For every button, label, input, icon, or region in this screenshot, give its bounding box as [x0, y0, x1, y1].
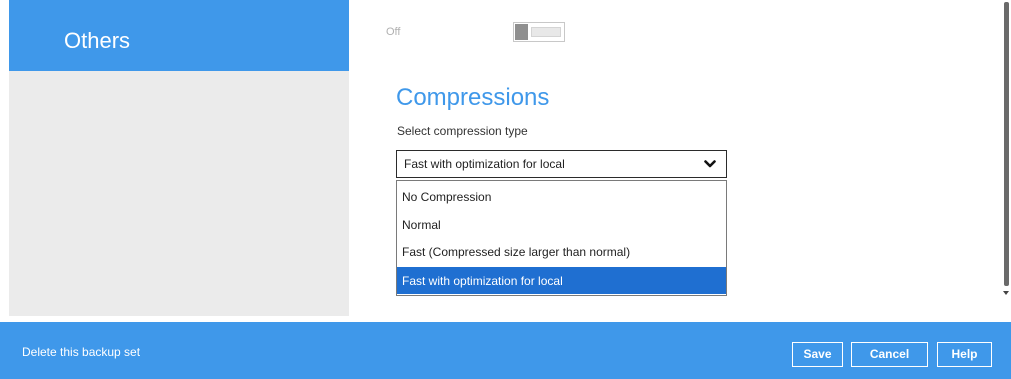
- option-label: Fast (Compressed size larger than normal…: [402, 245, 631, 259]
- footer-bar: Delete this backup set Save Cancel Help: [0, 322, 1011, 379]
- sidebar-item-others[interactable]: Others: [9, 0, 349, 71]
- select-value: Fast with optimization for local: [404, 157, 565, 171]
- compression-dropdown-list: No Compression Normal Fast (Compressed s…: [396, 180, 727, 296]
- help-button[interactable]: Help: [937, 342, 992, 367]
- sidebar-item-label: Others: [64, 28, 131, 53]
- section-title: Compressions: [396, 84, 550, 111]
- toggle-state-label: Off: [386, 26, 401, 38]
- toggle-switch[interactable]: [513, 22, 565, 42]
- backup-settings-window: Others Off Compressions Select compressi…: [0, 0, 1011, 379]
- option-no-compression[interactable]: No Compression: [397, 183, 726, 210]
- toggle-knob: [515, 24, 528, 40]
- vertical-scrollbar[interactable]: [1001, 0, 1011, 316]
- cancel-button[interactable]: Cancel: [851, 342, 928, 367]
- option-normal[interactable]: Normal: [397, 211, 726, 238]
- save-button[interactable]: Save: [792, 342, 843, 367]
- option-fast-optimization-local[interactable]: Fast with optimization for local: [397, 267, 726, 294]
- compression-type-label: Select compression type: [397, 124, 528, 138]
- main-panel: Off Compressions Select compression type…: [349, 0, 1001, 316]
- option-label: Fast with optimization for local: [402, 274, 563, 288]
- compression-type-select[interactable]: Fast with optimization for local: [396, 150, 727, 178]
- toggle-track: [531, 27, 561, 37]
- delete-backup-set-link[interactable]: Delete this backup set: [22, 345, 140, 359]
- scrollbar-thumb[interactable]: [1004, 2, 1009, 286]
- sidebar: Others: [9, 0, 349, 316]
- scroll-down-arrow-icon[interactable]: [1003, 291, 1009, 295]
- chevron-down-icon: [704, 160, 716, 168]
- option-fast-compressed[interactable]: Fast (Compressed size larger than normal…: [397, 238, 726, 265]
- option-label: Normal: [402, 218, 441, 232]
- option-label: No Compression: [402, 190, 492, 204]
